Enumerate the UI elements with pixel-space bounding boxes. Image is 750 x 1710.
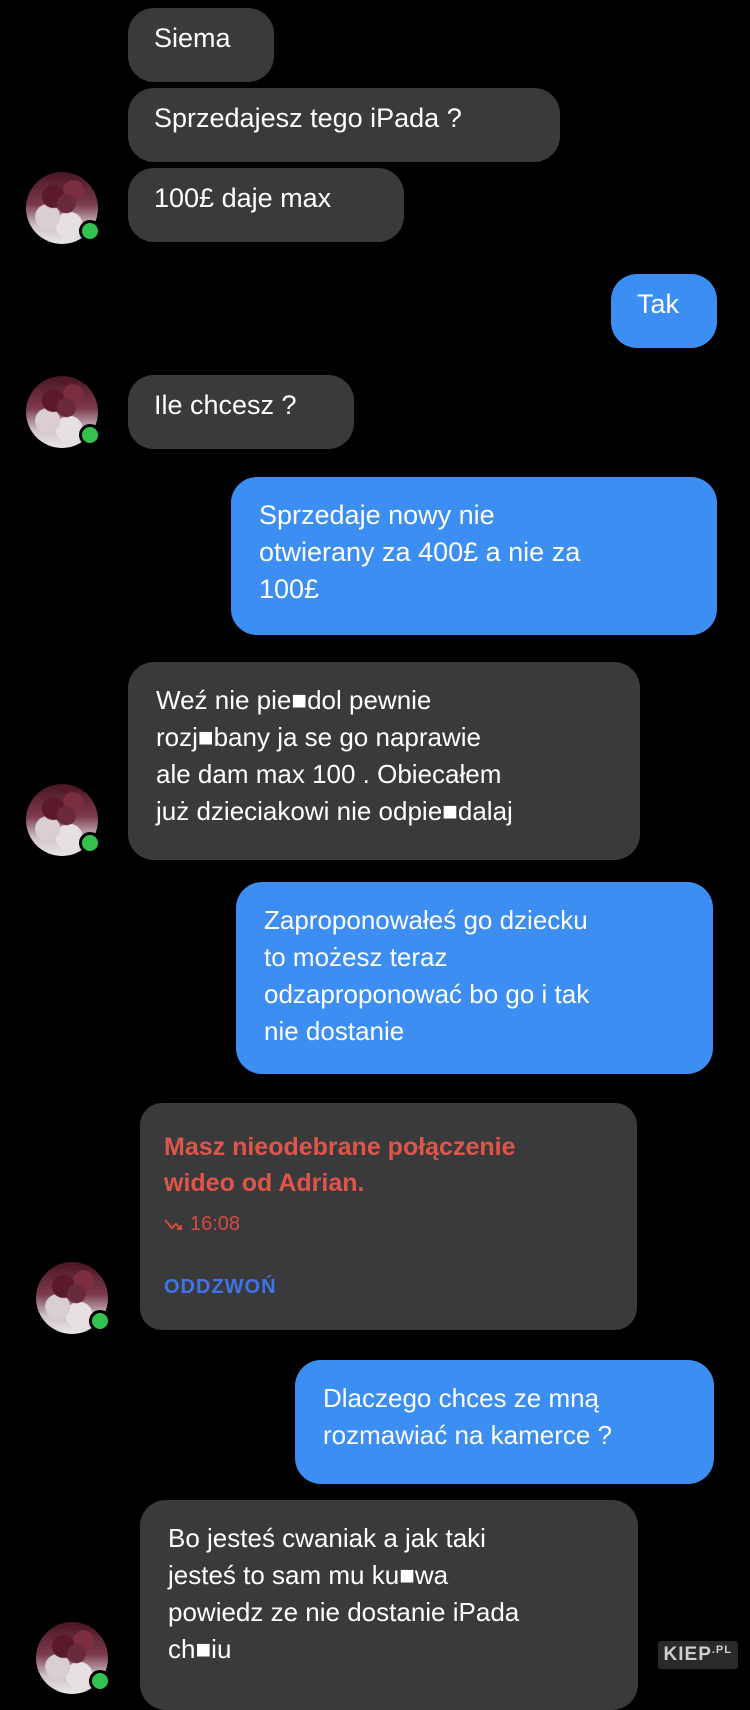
message-bubble-outgoing[interactable]: Tak: [611, 274, 717, 348]
contact-avatar[interactable]: [26, 172, 101, 244]
message-bubble-incoming[interactable]: Sprzedajesz tego iPada ?: [128, 88, 560, 162]
missed-call-time-row: 16:08: [164, 1213, 613, 1236]
contact-avatar[interactable]: [26, 784, 101, 856]
watermark-suffix: .PL: [711, 1644, 732, 1656]
contact-avatar[interactable]: [36, 1622, 111, 1694]
contact-avatar[interactable]: [36, 1262, 111, 1334]
message-bubble-outgoing[interactable]: Sprzedaje nowy nie otwierany za 400£ a n…: [231, 477, 717, 635]
message-bubble-incoming[interactable]: 100£ daje max: [128, 168, 404, 242]
online-status-dot: [79, 220, 101, 242]
missed-call-icon: [164, 1218, 182, 1230]
message-bubble-incoming[interactable]: Weź nie pie■dol pewnie rozj■bany ja se g…: [128, 662, 640, 860]
watermark-main: KIEP: [663, 1644, 712, 1665]
call-back-button[interactable]: ODDZWOŃ: [164, 1276, 613, 1299]
online-status-dot: [79, 424, 101, 446]
missed-video-call-card[interactable]: Masz nieodebrane połączenie wideo od Adr…: [140, 1103, 637, 1330]
message-bubble-incoming[interactable]: Siema: [128, 8, 274, 82]
online-status-dot: [79, 832, 101, 854]
online-status-dot: [89, 1310, 111, 1332]
missed-call-title: Masz nieodebrane połączenie wideo od Adr…: [164, 1133, 516, 1197]
message-bubble-outgoing[interactable]: Dlaczego chces ze mną rozmawiać na kamer…: [295, 1360, 714, 1484]
message-bubble-incoming[interactable]: Ile chcesz ?: [128, 375, 354, 449]
online-status-dot: [89, 1670, 111, 1692]
message-bubble-outgoing[interactable]: Zaproponowałeś go dziecku to możesz tera…: [236, 882, 713, 1074]
contact-avatar[interactable]: [26, 376, 101, 448]
site-watermark: KIEP.PL: [657, 1641, 738, 1669]
missed-call-time: 16:08: [190, 1213, 241, 1235]
